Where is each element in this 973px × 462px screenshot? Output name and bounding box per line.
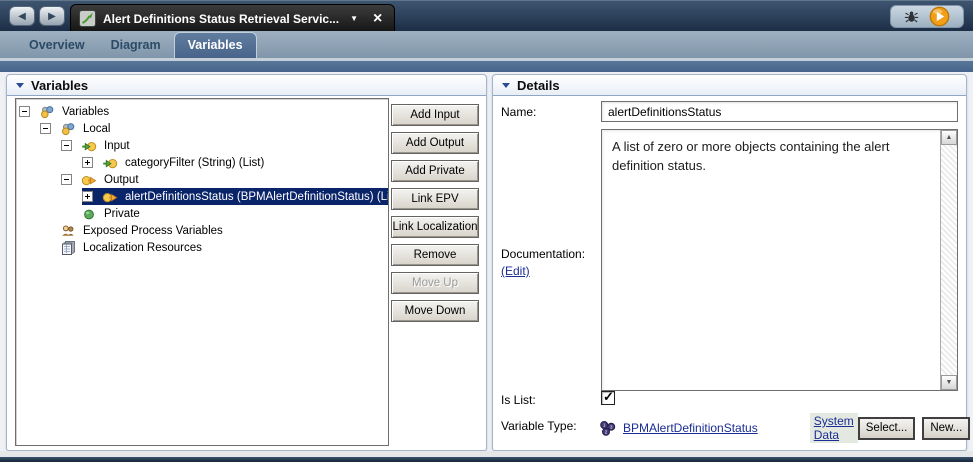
nav-buttons: ◀ ▶ xyxy=(9,6,65,26)
variable-type-label: Variable Type: xyxy=(501,419,577,433)
new-button[interactable]: New... xyxy=(922,416,971,440)
tree-item-localization-resources[interactable]: Localization Resources xyxy=(16,239,388,256)
bottom-bar xyxy=(0,457,973,462)
select-button[interactable]: Select... xyxy=(857,416,916,440)
tree-item-input[interactable]: Input xyxy=(16,137,388,154)
tree-item-label: Input xyxy=(104,139,130,152)
nav-forward-button[interactable]: ▶ xyxy=(39,6,65,26)
output-icon xyxy=(81,172,97,188)
nav-back-button[interactable]: ◀ xyxy=(9,6,35,26)
collapse-icon[interactable] xyxy=(19,106,30,117)
tree-item-variables[interactable]: Variables xyxy=(16,103,388,120)
document-tab[interactable]: Alert Definitions Status Retrieval Servi… xyxy=(70,4,396,32)
edit-link[interactable]: (Edit) xyxy=(501,264,530,278)
doc-scrollbar[interactable]: ▲ ▼ xyxy=(940,130,957,390)
add-input-button[interactable]: Add Input xyxy=(391,104,479,126)
document-tab-title: Alert Definitions Status Retrieval Servi… xyxy=(103,11,340,26)
tree-item-categoryfilter-string-list[interactable]: categoryFilter (String) (List) xyxy=(16,154,388,171)
variables-tree[interactable]: Variables Local Input categoryFilter (Strin… xyxy=(15,98,389,446)
link-localization-button[interactable]: Link Localization xyxy=(391,216,479,238)
app-window: ◀ ▶ Alert Definitions Status Retrieval S… xyxy=(0,0,973,462)
variables-icon xyxy=(39,104,55,120)
tab-variables[interactable]: Variables xyxy=(173,32,257,58)
documentation-text: A list of zero or more objects containin… xyxy=(612,139,890,173)
back-arrow-icon: ◀ xyxy=(18,10,26,22)
scroll-down-button[interactable]: ▼ xyxy=(941,375,957,390)
tree-item-label: Output xyxy=(104,173,139,186)
variables-buttons: Add Input Add Output Add Private Link EPV Li… xyxy=(391,104,479,328)
tree-item-label: alertDefinitionsStatus (BPMAlertDefiniti… xyxy=(125,190,389,203)
is-list-checkbox[interactable]: ✓ xyxy=(601,389,615,405)
documentation-label: Documentation: xyxy=(501,247,586,261)
run-icon[interactable] xyxy=(929,6,950,27)
tree-item-label: Variables xyxy=(62,105,110,118)
variable-type-link[interactable]: BPMAlertDefinitionStatus xyxy=(623,421,758,435)
localization-icon xyxy=(60,240,76,256)
epv-icon xyxy=(60,223,76,239)
top-bar: ◀ ▶ Alert Definitions Status Retrieval S… xyxy=(0,0,973,32)
expand-icon[interactable] xyxy=(82,157,93,168)
details-panel-title: Details xyxy=(517,77,560,93)
collapse-icon[interactable] xyxy=(502,82,510,88)
variables-panel-header: Variables xyxy=(7,75,486,96)
expand-icon[interactable] xyxy=(82,191,93,202)
accent-band xyxy=(0,61,973,72)
tab-overview[interactable]: Overview xyxy=(16,33,98,58)
tree-item-label: categoryFilter (String) (List) xyxy=(125,156,265,169)
documentation-field[interactable]: A list of zero or more objects containin… xyxy=(601,129,958,391)
tree-item-exposed-process-variables[interactable]: Exposed Process Variables xyxy=(16,222,388,239)
variables-icon xyxy=(60,121,76,137)
is-list-label: Is List: xyxy=(501,393,536,407)
tree-item-label: Localization Resources xyxy=(83,241,202,254)
variable-type-row: 132 BPMAlertDefinitionStatus System Data… xyxy=(599,413,971,443)
add-output-button[interactable]: Add Output xyxy=(391,132,479,154)
tree-item-local[interactable]: Local xyxy=(16,120,388,137)
tree-item-label: Exposed Process Variables xyxy=(83,224,223,237)
collapse-icon[interactable] xyxy=(61,140,72,151)
details-panel: Details Name: Documentation: (Edit) A li… xyxy=(492,74,971,451)
move-down-button[interactable]: Move Down xyxy=(391,300,479,322)
forward-arrow-icon: ▶ xyxy=(48,10,56,22)
tab-diagram[interactable]: Diagram xyxy=(98,33,174,58)
variables-panel: Variables Variables Local Input categoryFil… xyxy=(6,74,487,451)
type-icon: 132 xyxy=(599,420,616,437)
check-icon: ✓ xyxy=(603,389,614,404)
collapse-icon[interactable] xyxy=(61,174,72,185)
collapse-icon[interactable] xyxy=(16,82,24,88)
add-private-button[interactable]: Add Private xyxy=(391,160,479,182)
link-epv-button[interactable]: Link EPV xyxy=(391,188,479,210)
scroll-up-button[interactable]: ▲ xyxy=(941,130,957,145)
input-icon xyxy=(81,138,97,154)
system-data-link[interactable]: System Data xyxy=(809,413,858,443)
service-icon xyxy=(79,10,96,27)
tree-item-label: Private xyxy=(104,207,140,220)
chevron-down-icon[interactable]: ▼ xyxy=(350,14,358,23)
toolbar-actions xyxy=(890,5,964,28)
input-icon xyxy=(102,155,118,171)
remove-button[interactable]: Remove xyxy=(391,244,479,266)
tree-item-private[interactable]: Private xyxy=(16,205,388,222)
variables-panel-title: Variables xyxy=(31,77,89,93)
close-icon[interactable]: × xyxy=(373,10,382,26)
output-icon xyxy=(102,189,118,205)
tree-item-label: Local xyxy=(83,122,111,135)
debug-icon[interactable] xyxy=(904,9,919,24)
tree-item-output[interactable]: Output xyxy=(16,171,388,188)
move-up-button[interactable]: Move Up xyxy=(391,272,479,294)
name-input[interactable] xyxy=(601,101,958,122)
details-panel-header: Details xyxy=(493,75,966,96)
collapse-icon[interactable] xyxy=(40,123,51,134)
private-icon xyxy=(81,206,97,222)
tab-bar: Overview Diagram Variables xyxy=(0,31,973,58)
name-label: Name: xyxy=(501,105,537,119)
tree-item-alertdefinitionsstatus-bpmalertdefinitions[interactable]: alertDefinitionsStatus (BPMAlertDefiniti… xyxy=(16,188,388,205)
